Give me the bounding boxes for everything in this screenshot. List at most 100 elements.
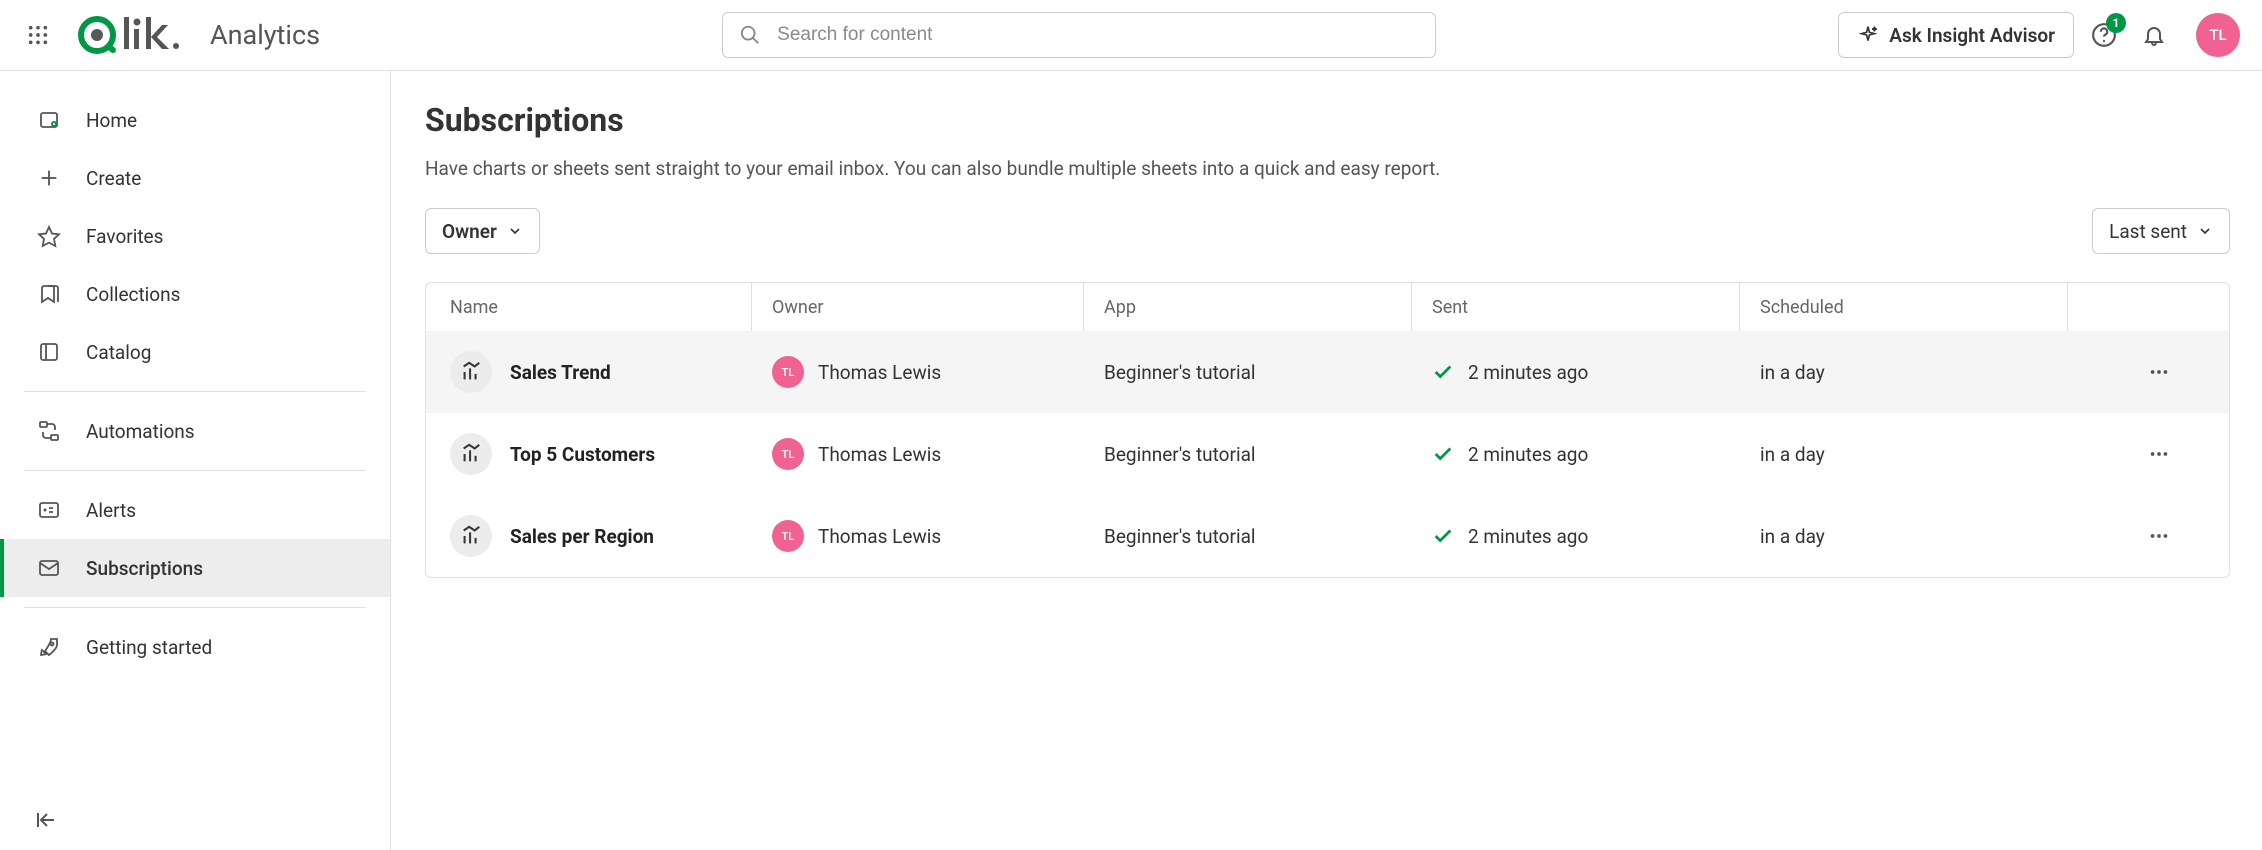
- row-actions-button[interactable]: [2139, 516, 2179, 556]
- owner-name: Thomas Lewis: [818, 361, 941, 384]
- owner-avatar: TL: [772, 438, 804, 470]
- sidebar-item-label: Getting started: [86, 636, 212, 659]
- help-notification-badge: 1: [2106, 13, 2126, 33]
- column-header-actions: [2068, 283, 2229, 331]
- sidebar-item-label: Favorites: [86, 225, 163, 248]
- table-row[interactable]: Sales per Region TL Thomas Lewis Beginne…: [426, 495, 2229, 577]
- page-subtitle: Have charts or sheets sent straight to y…: [425, 157, 2230, 180]
- user-avatar[interactable]: TL: [2196, 13, 2240, 57]
- column-header-name[interactable]: Name: [426, 283, 752, 331]
- owner-name: Thomas Lewis: [818, 443, 941, 466]
- sidebar-item-favorites[interactable]: Favorites: [0, 207, 390, 265]
- home-icon: [36, 107, 62, 133]
- product-name: Analytics: [210, 19, 320, 51]
- chevron-down-icon: [507, 223, 523, 239]
- sidebar-divider: [24, 470, 366, 471]
- chart-icon: [450, 351, 492, 393]
- sidebar-item-label: Automations: [86, 420, 195, 443]
- plus-icon: [36, 165, 62, 191]
- sidebar-item-getting-started[interactable]: Getting started: [0, 618, 390, 676]
- sparkle-icon: [1857, 24, 1879, 46]
- column-header-app[interactable]: App: [1084, 283, 1412, 331]
- app-name: Beginner's tutorial: [1104, 443, 1256, 466]
- search-input[interactable]: [775, 23, 1419, 47]
- owner-avatar: TL: [772, 520, 804, 552]
- check-icon: [1432, 361, 1454, 383]
- sidebar: Home Create Favorites Collections Catalo: [0, 71, 391, 850]
- search-input-wrapper[interactable]: [722, 12, 1436, 58]
- app-launcher-button[interactable]: [18, 15, 58, 55]
- chevron-down-icon: [2197, 223, 2213, 239]
- sidebar-divider: [24, 607, 366, 608]
- more-horizontal-icon: [2148, 361, 2170, 383]
- sidebar-item-label: Home: [86, 109, 137, 132]
- check-icon: [1432, 443, 1454, 465]
- page-title: Subscriptions: [425, 101, 2230, 139]
- table-row[interactable]: Top 5 Customers TL Thomas Lewis Beginner…: [426, 413, 2229, 495]
- table-row[interactable]: Sales Trend TL Thomas Lewis Beginner's t…: [426, 331, 2229, 413]
- sidebar-item-label: Create: [86, 167, 141, 190]
- ask-insight-advisor-button[interactable]: Ask Insight Advisor: [1838, 12, 2074, 58]
- sent-time: 2 minutes ago: [1468, 361, 1588, 384]
- sent-time: 2 minutes ago: [1468, 443, 1588, 466]
- sidebar-item-home[interactable]: Home: [0, 91, 390, 149]
- collapse-icon: [34, 808, 58, 832]
- sort-button[interactable]: Last sent: [2092, 208, 2230, 254]
- rocket-icon: [36, 634, 62, 660]
- subscription-name: Sales per Region: [510, 525, 654, 548]
- chart-icon: [450, 433, 492, 475]
- scheduled-time: in a day: [1760, 525, 1825, 548]
- table-header-row: Name Owner App Sent Scheduled: [426, 283, 2229, 331]
- subscriptions-table: Name Owner App Sent Scheduled Sales Tren…: [425, 282, 2230, 578]
- search-icon: [739, 24, 761, 46]
- column-header-scheduled[interactable]: Scheduled: [1740, 283, 2068, 331]
- notifications-button[interactable]: [2134, 15, 2174, 55]
- sent-time: 2 minutes ago: [1468, 525, 1588, 548]
- sidebar-item-alerts[interactable]: Alerts: [0, 481, 390, 539]
- scheduled-time: in a day: [1760, 361, 1825, 384]
- qlik-logo-icon: [78, 15, 182, 55]
- collapse-sidebar-button[interactable]: [34, 808, 58, 832]
- logo[interactable]: [78, 15, 182, 55]
- mail-icon: [36, 555, 62, 581]
- sidebar-item-label: Collections: [86, 283, 180, 306]
- sidebar-item-label: Alerts: [86, 499, 136, 522]
- catalog-icon: [36, 339, 62, 365]
- scheduled-time: in a day: [1760, 443, 1825, 466]
- owner-filter-button[interactable]: Owner: [425, 208, 540, 254]
- more-horizontal-icon: [2148, 525, 2170, 547]
- check-icon: [1432, 525, 1454, 547]
- star-icon: [36, 223, 62, 249]
- sidebar-item-create[interactable]: Create: [0, 149, 390, 207]
- sidebar-item-label: Subscriptions: [86, 557, 203, 580]
- owner-avatar: TL: [772, 356, 804, 388]
- owner-name: Thomas Lewis: [818, 525, 941, 548]
- sidebar-item-subscriptions[interactable]: Subscriptions: [0, 539, 390, 597]
- subscription-name: Top 5 Customers: [510, 443, 655, 466]
- chart-icon: [450, 515, 492, 557]
- grid-icon: [27, 24, 49, 46]
- more-horizontal-icon: [2148, 443, 2170, 465]
- sidebar-item-collections[interactable]: Collections: [0, 265, 390, 323]
- column-header-sent[interactable]: Sent: [1412, 283, 1740, 331]
- alert-icon: [36, 497, 62, 523]
- bell-icon: [2142, 23, 2166, 47]
- sidebar-item-catalog[interactable]: Catalog: [0, 323, 390, 381]
- main-content: Subscriptions Have charts or sheets sent…: [391, 71, 2262, 850]
- app-header: Analytics Ask Insight Advisor 1: [0, 0, 2262, 71]
- ask-insight-label: Ask Insight Advisor: [1889, 24, 2055, 47]
- subscription-name: Sales Trend: [510, 361, 611, 384]
- row-actions-button[interactable]: [2139, 434, 2179, 474]
- help-button[interactable]: 1: [2084, 15, 2124, 55]
- automation-icon: [36, 418, 62, 444]
- sidebar-item-label: Catalog: [86, 341, 151, 364]
- app-name: Beginner's tutorial: [1104, 525, 1256, 548]
- owner-filter-label: Owner: [442, 220, 497, 243]
- sidebar-item-automations[interactable]: Automations: [0, 402, 390, 460]
- sort-label: Last sent: [2109, 220, 2187, 243]
- column-header-owner[interactable]: Owner: [752, 283, 1084, 331]
- app-name: Beginner's tutorial: [1104, 361, 1256, 384]
- row-actions-button[interactable]: [2139, 352, 2179, 392]
- bookmark-icon: [36, 281, 62, 307]
- sidebar-divider: [24, 391, 366, 392]
